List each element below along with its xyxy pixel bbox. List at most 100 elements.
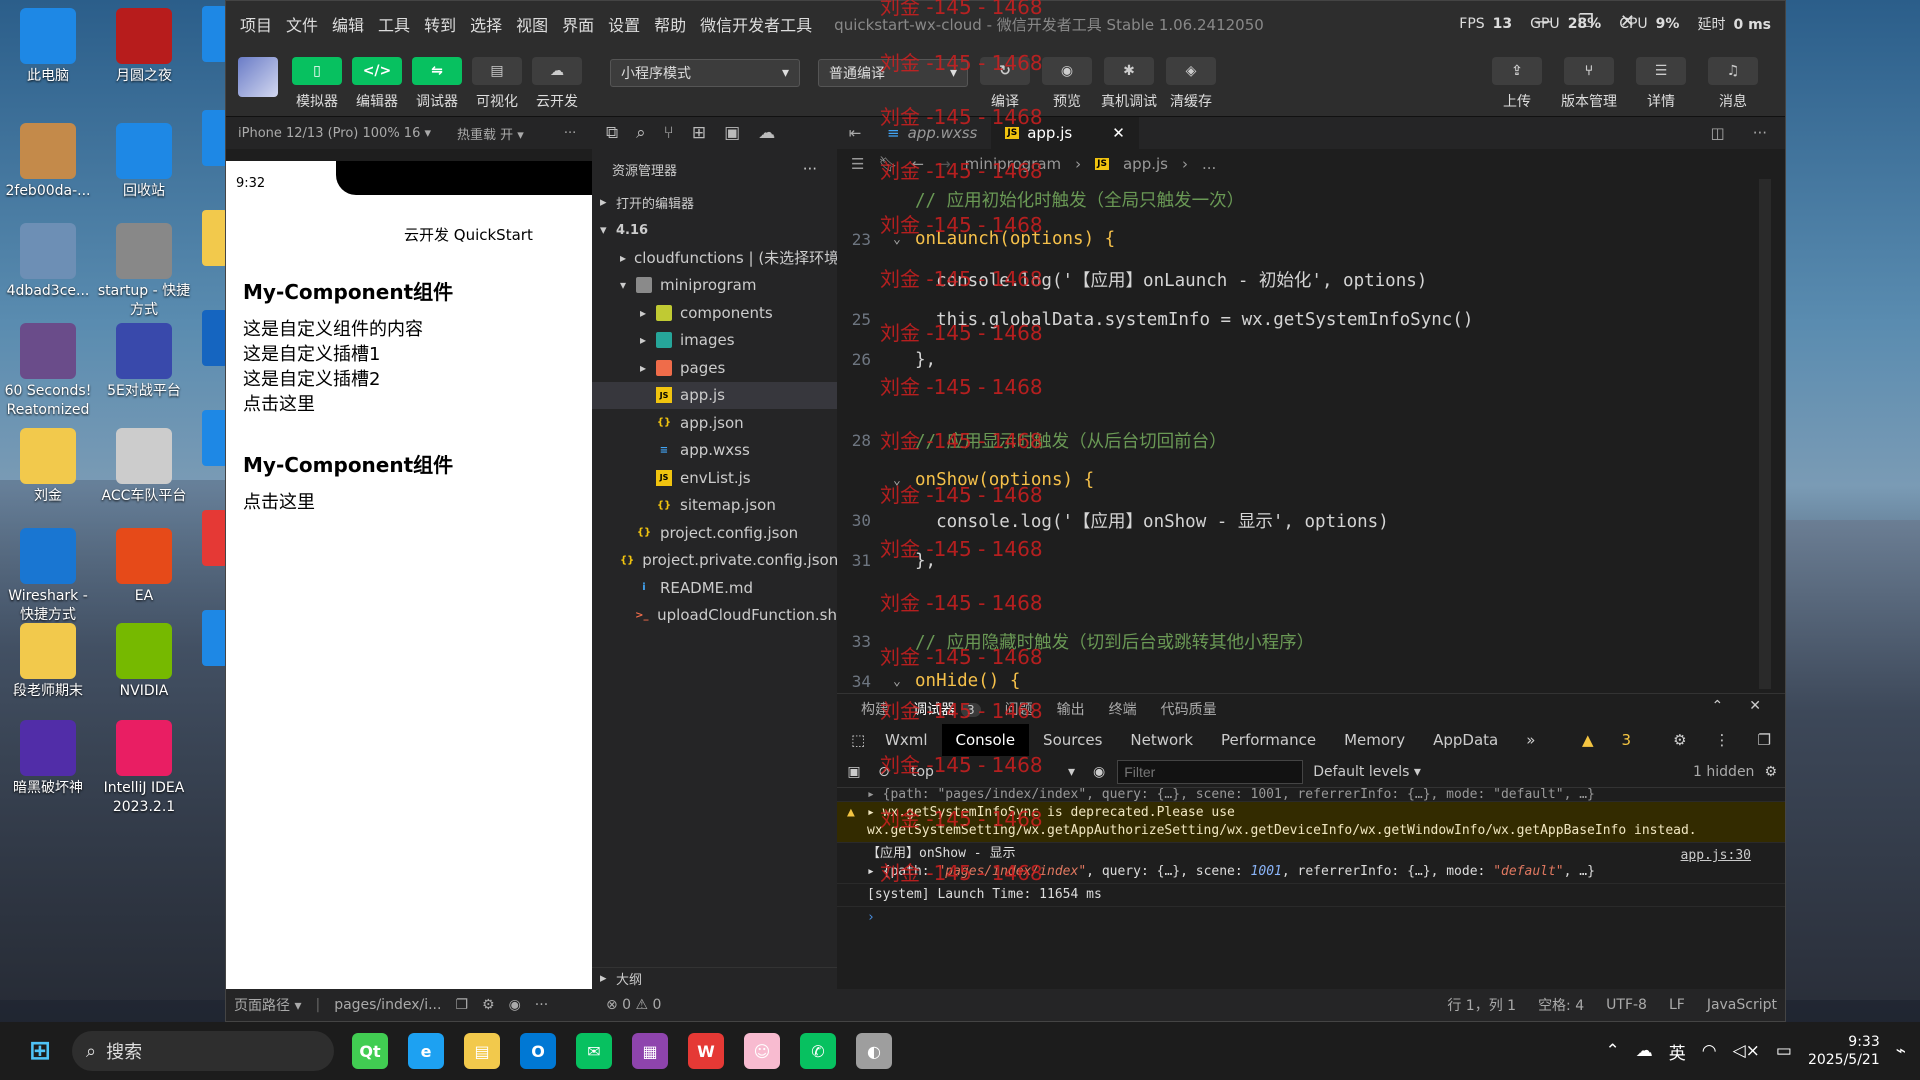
file-tree-item[interactable]: ▸ images [592,327,837,355]
more-icon[interactable]: ⋮ [1701,724,1744,756]
status-item[interactable]: LF [1669,997,1685,1013]
desktop-icon[interactable]: 刘金 [0,424,96,506]
click-here-button[interactable]: 点击这里 [243,392,573,417]
more-icon[interactable]: ··· [564,126,576,141]
file-tree-item[interactable]: JS app.js [592,381,837,409]
devtools-panel-tab[interactable]: Network [1116,724,1207,756]
open-editors-section[interactable]: ▸ 打开的编辑器 [592,189,837,217]
problems-indicator[interactable]: ⊗ 0 ⚠ 0 [592,989,837,1021]
copy-icon[interactable]: ❐ [455,997,468,1013]
menu-item[interactable]: 界面 [562,16,594,35]
desktop-icon[interactable]: 60 Seconds! Reatomized [0,319,96,420]
device-select[interactable]: iPhone 12/13 (Pro) 100% 16 ▾ [238,126,431,141]
console-filter-input[interactable] [1117,759,1304,784]
toolbar-button[interactable]: ☰ 详情 [1629,57,1693,111]
outline-section[interactable]: ▸ 大纲 [592,967,837,989]
devtools-top-tab[interactable]: 终端 [1109,699,1137,719]
toolbar-button[interactable]: ♫ 消息 [1701,57,1765,111]
desktop-icon[interactable]: 2feb00da-... [0,119,96,201]
wechat-icon[interactable]: ✆ [800,1033,836,1069]
collapse-icon[interactable]: ⌃ [1712,698,1724,714]
menu-item[interactable]: 工具 [378,16,410,35]
editor-scrollbar[interactable] [1759,179,1771,689]
desktop-icon[interactable]: 4dbad3ce... [0,219,96,301]
toolbar-button[interactable]: </> 编辑器 [348,57,406,111]
mode-select[interactable]: 小程序模式 ▾ [610,59,800,87]
search-icon[interactable]: ⌕ [636,123,646,143]
devtools-top-tab[interactable]: 输出 [1057,699,1085,719]
more-icon[interactable]: ··· [1753,124,1767,142]
breadcrumb-symbol[interactable]: ... [1202,155,1216,173]
console-system-line[interactable]: [system] Launch Time: 11654 ms [837,884,1785,907]
desktop-icon[interactable]: 段老师期末 [0,619,96,701]
file-tree-item[interactable]: {} project.config.json [592,519,837,547]
toolbar-button[interactable]: ◈ 清缓存 [1162,57,1220,111]
menu-item[interactable]: 项目 [240,16,272,35]
battery-icon[interactable]: ▭ [1776,1041,1792,1061]
file-tree-item[interactable]: JS envList.js [592,464,837,492]
status-item[interactable]: JavaScript [1707,997,1777,1013]
menu-item[interactable]: 转到 [424,16,456,35]
toolbar-button[interactable]: ◉ 预览 [1038,57,1096,111]
more-panels-icon[interactable]: » [1512,724,1549,756]
toolbar-button[interactable]: ▯ 模拟器 [288,57,346,111]
wps-icon[interactable]: W [688,1033,724,1069]
desktop-icon[interactable]: startup - 快捷方式 [96,219,192,320]
cloud-icon[interactable]: ☁ [758,123,775,143]
menu-item[interactable]: 文件 [286,16,318,35]
avatar-app-icon[interactable]: ☺ [744,1033,780,1069]
menu-item[interactable]: 设置 [608,16,640,35]
file-explorer-icon[interactable]: ▤ [464,1033,500,1069]
click-here-button[interactable]: 点击这里 [243,490,573,515]
settings-icon[interactable]: ⚙ [1659,724,1700,756]
devtools-top-tab[interactable]: 代码质量 [1161,699,1217,719]
file-tree-item[interactable]: ▸ pages [592,354,837,382]
wechat-work-icon[interactable]: ✉ [576,1033,612,1069]
toolbar-button[interactable]: ⑂ 版本管理 [1557,57,1621,111]
desktop-icon[interactable]: 暗黑破坏神 [0,716,96,798]
desktop-icon[interactable]: Wireshark - 快捷方式 [0,524,96,625]
file-tree-item[interactable]: i README.md [592,574,837,602]
split-left-icon[interactable]: ⇤ [837,124,873,142]
taskbar-search[interactable]: ⌕ 搜索 [72,1031,334,1071]
hot-reload-select[interactable]: 热重载 开 ▾ [457,124,524,143]
volume-icon[interactable]: ◁× [1733,1041,1760,1061]
settings-icon[interactable]: ⚙ [482,997,495,1013]
log-levels-select[interactable]: Default levels ▾ [1313,764,1421,780]
more-icon[interactable]: ··· [803,160,817,178]
status-item[interactable]: UTF-8 [1606,997,1647,1013]
file-tree-item[interactable]: ▾ miniprogram [592,272,837,300]
edge-icon[interactable]: e [408,1033,444,1069]
file-tree-item[interactable]: ≡ app.wxss [592,437,837,465]
file-tree-item[interactable]: {} sitemap.json [592,492,837,520]
split-editor-icon[interactable]: ◫ [1711,124,1725,142]
status-item[interactable]: 行 1，列 1 [1447,995,1516,1015]
console-prompt[interactable]: › [837,907,1785,929]
windows-start-icon[interactable]: ⊞ [22,1033,58,1069]
console-line-object[interactable]: ▸ {path: "pages/index/index", query: {…}… [837,788,1785,802]
wifi-icon[interactable]: ◠ [1702,1041,1717,1061]
inspect-icon[interactable]: ⬚ [837,724,871,756]
page-path-label[interactable]: 页面路径 ▾ [234,995,301,1015]
settings-icon[interactable]: ⚙ [1764,764,1777,780]
file-tree-item[interactable]: ▸ cloudfunctions | (未选择环境) [592,244,837,272]
notification-icon[interactable]: ⌁ [1896,1041,1906,1061]
toolbar-button[interactable]: ✱ 真机调试 [1100,57,1158,111]
desktop-icon[interactable]: 5E对战平台 [96,319,192,401]
toolbar-button[interactable]: ⇋ 调试器 [408,57,466,111]
eye-icon[interactable]: ◉ [1093,764,1105,780]
onedrive-icon[interactable]: ☁ [1636,1041,1653,1061]
qt-icon[interactable]: Qt [352,1033,388,1069]
eye-icon[interactable]: ◉ [509,997,521,1013]
desktop-icon[interactable]: IntelliJ IDEA 2023.2.1 [96,716,192,817]
storage-icon[interactable]: ▣ [724,123,740,143]
ime-indicator[interactable]: 英 [1669,1039,1686,1064]
close-icon[interactable]: ✕ [1112,124,1125,142]
log-source-link[interactable]: app.js:30 [1681,847,1751,865]
menu-item[interactable]: 帮助 [654,16,686,35]
list-icon[interactable]: ☰ [851,155,864,173]
close-icon[interactable]: ✕ [1749,698,1761,714]
fold-icon[interactable]: ⌄ [893,674,915,689]
files-icon[interactable]: ⧉ [606,123,618,143]
workspace-root[interactable]: ▾ 4.16 [592,217,837,245]
